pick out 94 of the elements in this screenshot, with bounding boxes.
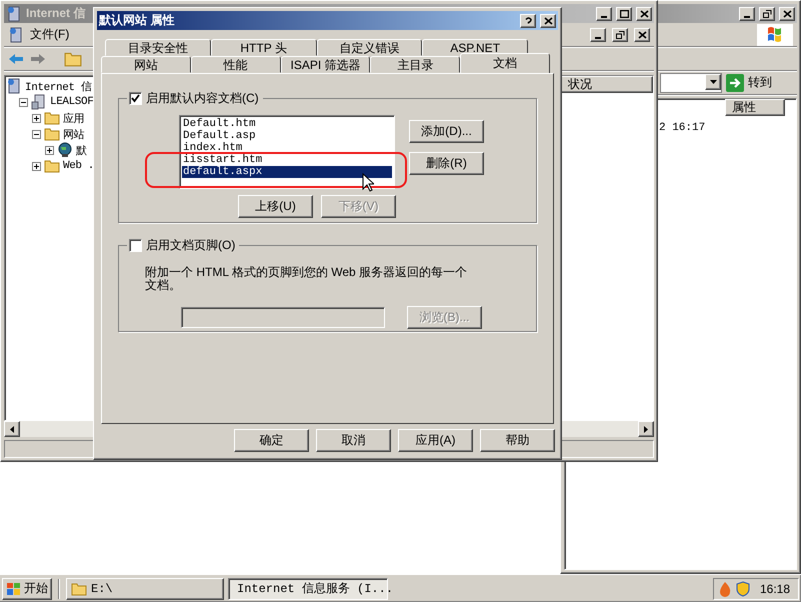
- menu-item[interactable]: 文件(F): [30, 26, 70, 43]
- expand-toggle[interactable]: [19, 98, 28, 106]
- checkbox-label[interactable]: 启用默认内容文档(C): [146, 90, 259, 107]
- window-title: Internet 信: [26, 5, 86, 22]
- windows-logo-icon: [6, 582, 22, 596]
- column-header[interactable]: 状况: [561, 76, 653, 93]
- list-cell-text: 2 16:17: [658, 122, 706, 134]
- server-icon: [31, 94, 47, 110]
- tab[interactable]: ISAPI 筛选器: [280, 56, 370, 73]
- computer-icon: [6, 78, 22, 94]
- tree-item[interactable]: Web .: [63, 160, 94, 172]
- tab[interactable]: 网站: [101, 56, 191, 73]
- dialog-button[interactable]: 取消: [316, 429, 391, 452]
- minimize-icon: [744, 16, 750, 18]
- restore-button[interactable]: [612, 28, 628, 42]
- dialog-button[interactable]: 确定: [234, 429, 309, 452]
- expand-toggle[interactable]: [32, 130, 41, 138]
- checkbox-label[interactable]: 启用文档页脚(O): [146, 237, 236, 254]
- dialog-title: 默认网站 属性: [99, 12, 174, 29]
- minimize-icon: [601, 16, 607, 18]
- caret-icon: [710, 80, 716, 84]
- shield-icon: [736, 580, 750, 596]
- expand-toggle[interactable]: [32, 114, 41, 122]
- tab[interactable]: 目录安全性: [105, 39, 211, 56]
- go-button[interactable]: 转到: [748, 74, 772, 91]
- close-button[interactable]: [779, 6, 795, 20]
- taskbar-button[interactable]: E:\: [66, 578, 224, 600]
- computer-icon: [6, 6, 22, 22]
- plus-icon: [33, 162, 40, 170]
- close-button[interactable]: [636, 6, 652, 20]
- move-up-button[interactable]: 上移(U): [238, 195, 313, 218]
- close-icon: [782, 10, 792, 18]
- folder-icon: [44, 111, 60, 125]
- tree-item[interactable]: LEALSOF: [50, 96, 94, 108]
- start-button[interactable]: 开始: [2, 578, 52, 600]
- tab[interactable]: 自定义错误: [316, 39, 422, 56]
- close-button[interactable]: [634, 28, 650, 42]
- document-list[interactable]: Default.htm Default.asp index.htm iisstart.htm default.aspx: [179, 115, 395, 189]
- maximize-button[interactable]: [616, 6, 632, 20]
- checkbox[interactable]: [129, 239, 142, 252]
- dialog-button[interactable]: 应用(A): [398, 429, 473, 452]
- windows-logo-icon: [757, 24, 793, 46]
- folder-icon: [64, 50, 82, 66]
- close-icon: [638, 30, 646, 38]
- restore-icon: [762, 10, 772, 18]
- list-item[interactable]: index.htm: [182, 142, 392, 154]
- folder-icon: [44, 159, 60, 173]
- tree-item[interactable]: 网站: [63, 126, 84, 142]
- caret-icon: [644, 426, 648, 432]
- list-item[interactable]: Default.htm: [182, 118, 392, 130]
- add-button[interactable]: 添加(D)...: [409, 120, 484, 143]
- mouse-pointer-icon: [362, 173, 374, 192]
- dialog-button[interactable]: 帮助: [480, 429, 555, 452]
- tree-item[interactable]: 应用: [63, 110, 84, 126]
- plus-icon: [46, 146, 53, 154]
- expand-toggle[interactable]: [45, 146, 54, 154]
- tab[interactable]: HTTP 头: [210, 39, 316, 56]
- caret-icon: [10, 426, 14, 432]
- address-field[interactable]: [660, 72, 722, 92]
- expand-toggle[interactable]: [32, 162, 41, 170]
- forward-arrow-icon[interactable]: [30, 52, 46, 64]
- minimize-button[interactable]: [596, 6, 612, 20]
- dropdown-button[interactable]: [705, 74, 721, 90]
- help-button[interactable]: [520, 14, 536, 28]
- minimize-button[interactable]: [739, 6, 755, 20]
- checkmark-icon: [131, 94, 140, 103]
- plus-icon: [33, 114, 40, 122]
- tab[interactable]: 文档: [460, 53, 550, 73]
- remove-button[interactable]: 删除(R): [409, 152, 484, 175]
- close-icon: [640, 10, 648, 18]
- restore-icon: [616, 30, 624, 38]
- list-item[interactable]: default.aspx: [182, 166, 392, 178]
- close-button[interactable]: [540, 14, 556, 28]
- clock: 16:18: [760, 582, 790, 596]
- tree-item[interactable]: Internet 信: [25, 78, 92, 94]
- minimize-icon: [595, 36, 601, 38]
- maximize-icon: [620, 10, 628, 18]
- globe-icon: [57, 142, 73, 158]
- close-icon: [544, 16, 552, 24]
- tree-item[interactable]: 默: [76, 142, 87, 158]
- column-header[interactable]: 属性: [725, 99, 785, 116]
- checkbox[interactable]: [129, 92, 142, 105]
- folder-icon: [44, 127, 60, 141]
- restore-button[interactable]: [759, 6, 775, 20]
- description-text: 附加一个 HTML 格式的页脚到您的 Web 服务器返回的每一个文档。: [145, 266, 468, 292]
- help-icon: [524, 16, 532, 24]
- taskbar-button[interactable]: Internet 信息服务 (I...: [228, 578, 388, 600]
- list-item[interactable]: Default.asp: [182, 130, 392, 142]
- minimize-button[interactable]: [590, 28, 606, 42]
- flame-icon: [718, 580, 732, 596]
- folder-icon: [71, 582, 87, 596]
- tab[interactable]: 主目录: [370, 56, 460, 73]
- computer-icon: [8, 26, 24, 42]
- tab[interactable]: 性能: [190, 56, 281, 73]
